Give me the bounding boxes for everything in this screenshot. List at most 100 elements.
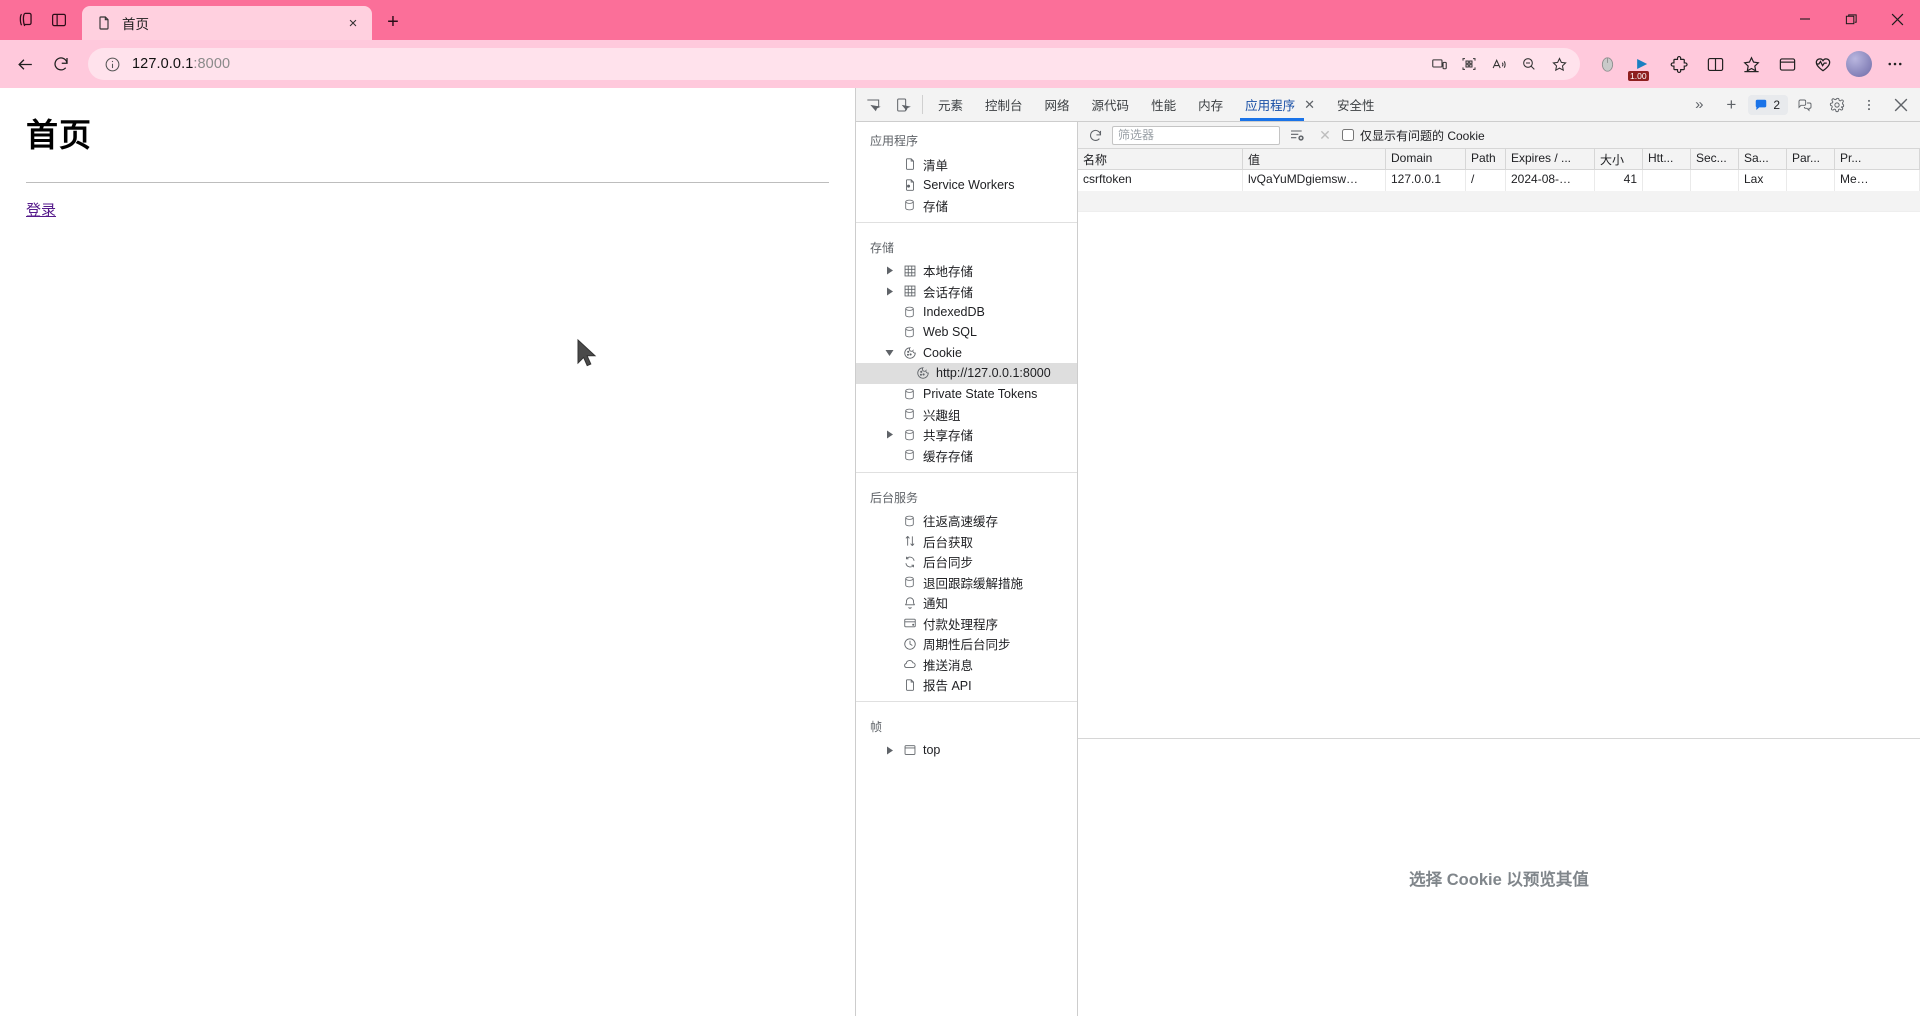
- kebab-menu-icon[interactable]: [1854, 98, 1884, 112]
- devtools-tab-1[interactable]: 控制台: [974, 88, 1034, 121]
- workspaces-icon[interactable]: [8, 3, 42, 37]
- column-header-5[interactable]: 大小: [1595, 149, 1643, 169]
- sidebar-item-2-0[interactable]: 往返高速缓存: [856, 511, 1077, 532]
- tab-actions-icon[interactable]: [42, 3, 76, 37]
- column-header-6[interactable]: Htt...: [1643, 149, 1691, 169]
- table-row[interactable]: csrftoken lvQaYuMDgiemsw… 127.0.0.1/2024-0…: [1078, 170, 1920, 191]
- sidebar-item-2-3[interactable]: 退回跟踪缓解措施: [856, 572, 1077, 593]
- cloud-icon: [902, 657, 917, 671]
- cast-to-device-icon[interactable]: [1424, 50, 1454, 78]
- qr-code-icon[interactable]: [1454, 50, 1484, 78]
- sidebar-item-2-4[interactable]: 通知: [856, 593, 1077, 614]
- close-window-icon[interactable]: [1874, 0, 1920, 38]
- cookie-filter-input[interactable]: [1112, 125, 1280, 145]
- devtools-tab-5[interactable]: 内存: [1187, 88, 1234, 121]
- sidebar-item-2-5[interactable]: 付款处理程序: [856, 613, 1077, 634]
- chevron-right-icon[interactable]: [883, 746, 896, 755]
- clear-all-cookies-icon[interactable]: [1286, 125, 1308, 146]
- column-header-0[interactable]: 名称: [1078, 149, 1243, 169]
- chevron-right-icon[interactable]: [883, 430, 896, 439]
- settings-and-more-icon[interactable]: [1878, 47, 1912, 81]
- chevron-right-icon[interactable]: [883, 287, 896, 296]
- split-screen-icon[interactable]: [1698, 47, 1732, 81]
- sidebar-item-3-0[interactable]: top: [856, 740, 1077, 761]
- sidebar-item-2-6[interactable]: 周期性后台同步: [856, 634, 1077, 655]
- only-problem-cookies-input[interactable]: [1342, 129, 1354, 141]
- close-icon[interactable]: ×: [342, 12, 364, 34]
- maximize-icon[interactable]: [1828, 0, 1874, 38]
- sidebar-item-label: 付款处理程序: [923, 617, 999, 632]
- new-tab-button[interactable]: +: [378, 7, 408, 37]
- database-icon: [902, 448, 917, 462]
- devtools-tab-7[interactable]: 安全性: [1326, 88, 1386, 121]
- browser-tab[interactable]: 首页 ×: [82, 6, 372, 40]
- reload-icon[interactable]: [44, 47, 78, 81]
- sidebar-item-1-3[interactable]: Web SQL: [856, 322, 1077, 343]
- read-aloud-icon[interactable]: [1484, 50, 1514, 78]
- favorite-star-icon[interactable]: [1544, 50, 1574, 78]
- mouse-extension-icon[interactable]: [1590, 47, 1624, 81]
- sidebar-item-2-8[interactable]: 报告 API: [856, 675, 1077, 696]
- messages-badge[interactable]: 2: [1748, 94, 1788, 115]
- refresh-icon[interactable]: [1084, 125, 1106, 146]
- sidebar-item-1-9[interactable]: 缓存存储: [856, 445, 1077, 466]
- more-tabs-icon[interactable]: »: [1684, 96, 1714, 113]
- device-toolbar-icon[interactable]: [888, 88, 918, 121]
- chevron-down-icon[interactable]: [883, 349, 896, 357]
- sidebar-item-1-8[interactable]: 共享存储: [856, 425, 1077, 446]
- sidebar-item-1-0[interactable]: 本地存储: [856, 261, 1077, 282]
- gear-icon[interactable]: [1822, 97, 1852, 113]
- extensions-puzzle-icon[interactable]: [1662, 47, 1696, 81]
- avatar[interactable]: [1846, 51, 1872, 77]
- inspect-element-icon[interactable]: [858, 88, 888, 121]
- login-link[interactable]: 登录: [26, 202, 56, 219]
- sidebar-item-2-7[interactable]: 推送消息: [856, 654, 1077, 675]
- column-header-8[interactable]: Sa...: [1739, 149, 1787, 169]
- collections-icon[interactable]: [1734, 47, 1768, 81]
- sidebar-item-0-1[interactable]: Service Workers: [856, 175, 1077, 196]
- browser-essentials-icon[interactable]: [1770, 47, 1804, 81]
- sidebar-item-0-2[interactable]: 存储: [856, 195, 1077, 216]
- feedback-icon[interactable]: [1790, 97, 1820, 113]
- column-header-9[interactable]: Par...: [1787, 149, 1835, 169]
- column-header-3[interactable]: Path: [1466, 149, 1506, 169]
- devtools-tab-6[interactable]: 应用程序 ✕: [1234, 88, 1326, 121]
- add-panel-icon[interactable]: +: [1716, 95, 1746, 115]
- zoom-out-icon[interactable]: [1514, 50, 1544, 78]
- minimize-icon[interactable]: [1782, 0, 1828, 38]
- column-header-1[interactable]: 值: [1243, 149, 1386, 169]
- sidebar-item-1-2[interactable]: IndexedDB: [856, 302, 1077, 323]
- sidebar-item-1-6[interactable]: Private State Tokens: [856, 384, 1077, 405]
- devtools-body: 应用程序 清单 Service Workers 存储 存储 本地存储 会话存储 Indexed…: [856, 122, 1920, 1016]
- sidebar-item-1-4[interactable]: Cookie: [856, 343, 1077, 364]
- sidebar-item-2-2[interactable]: 后台同步: [856, 552, 1077, 573]
- column-header-7[interactable]: Sec...: [1691, 149, 1739, 169]
- sidebar-item-1-7[interactable]: 兴趣组: [856, 404, 1077, 425]
- devtools-tab-4[interactable]: 性能: [1140, 88, 1187, 121]
- devtools-tab-3[interactable]: 源代码: [1081, 88, 1141, 121]
- tree-section-divider: [856, 701, 1077, 702]
- performance-heart-icon[interactable]: [1806, 47, 1840, 81]
- chevron-right-icon[interactable]: [883, 266, 896, 275]
- only-problem-cookies-checkbox[interactable]: 仅显示有问题的 Cookie: [1342, 127, 1485, 144]
- back-arrow-icon[interactable]: [8, 47, 42, 81]
- cell-domain: 127.0.0.1: [1386, 170, 1466, 191]
- devtools-tab-0[interactable]: 元素: [927, 88, 974, 121]
- clock-icon: [902, 637, 917, 651]
- close-devtools-icon[interactable]: [1886, 98, 1916, 112]
- sidebar-item-1-5[interactable]: http://127.0.0.1:8000: [856, 363, 1077, 384]
- column-header-4[interactable]: Expires / ...: [1506, 149, 1595, 169]
- info-circle-icon[interactable]: [102, 54, 122, 74]
- page-icon: [96, 15, 112, 31]
- sidebar-item-1-1[interactable]: 会话存储: [856, 281, 1077, 302]
- devtools-tab-2[interactable]: 网络: [1034, 88, 1081, 121]
- video-extension-icon[interactable]: 1.00: [1626, 47, 1660, 81]
- column-header-2[interactable]: Domain: [1386, 149, 1466, 169]
- sidebar-item-0-0[interactable]: 清单: [856, 154, 1077, 175]
- close-panel-icon[interactable]: ✕: [1304, 97, 1315, 113]
- delete-selected-cookie-icon[interactable]: ✕: [1314, 125, 1336, 146]
- sidebar-item-2-1[interactable]: 后台获取: [856, 531, 1077, 552]
- database-icon: [902, 325, 917, 339]
- column-header-10[interactable]: Pr...: [1835, 149, 1920, 169]
- address-bar[interactable]: 127.0.0.1:8000: [88, 48, 1580, 80]
